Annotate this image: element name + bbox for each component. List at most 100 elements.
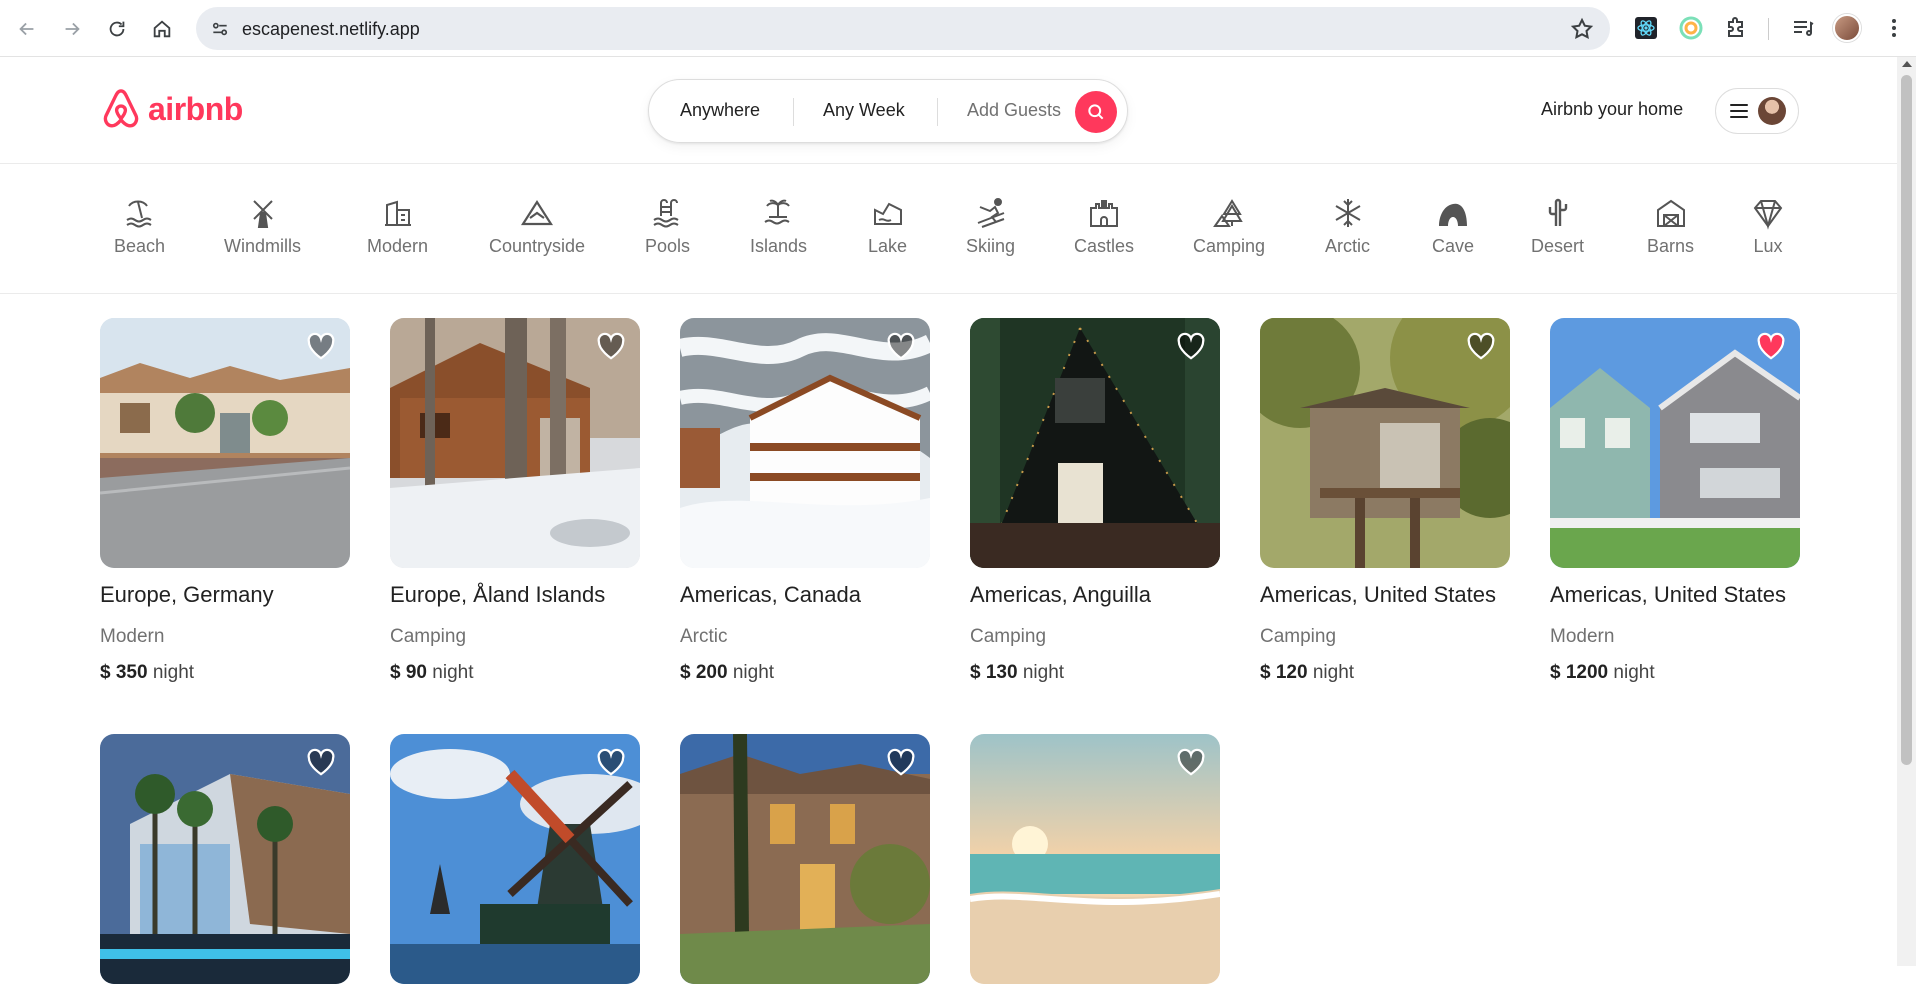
category-label: Pools (645, 236, 691, 256)
snowflake-icon (1334, 199, 1361, 227)
category-islands[interactable]: Islands (750, 196, 807, 257)
price-unit: night (1613, 662, 1655, 683)
category-label: Castles (1074, 236, 1135, 256)
airbnb-logo[interactable]: airbnb (100, 87, 243, 131)
diamond-icon (1753, 200, 1783, 230)
price-amount: 1200 (1565, 662, 1609, 683)
user-avatar (1758, 97, 1786, 125)
search-button[interactable] (1075, 91, 1117, 133)
address-bar[interactable]: escapenest.netlify.app (196, 7, 1610, 50)
favorite-heart-icon[interactable] (1176, 748, 1206, 776)
listing-photo[interactable] (100, 734, 350, 984)
extensions-puzzle-icon[interactable] (1722, 14, 1750, 42)
page-scrollbar[interactable] (1897, 57, 1916, 966)
category-bar: Beach Windmills Modern Countryside Pools… (0, 164, 1897, 294)
listing-photo[interactable] (1260, 318, 1510, 568)
listing-photo[interactable] (970, 318, 1220, 568)
user-menu-button[interactable] (1715, 88, 1799, 134)
site-settings-icon[interactable] (208, 17, 232, 41)
pool-icon (652, 199, 679, 228)
category-windmills[interactable]: Windmills (224, 196, 301, 257)
category-countryside[interactable]: Countryside (489, 196, 585, 257)
category-castles[interactable]: Castles (1074, 196, 1134, 257)
listing-card[interactable] (100, 734, 350, 984)
search-divider (937, 98, 938, 126)
reload-button[interactable] (102, 14, 132, 44)
site-header: airbnb Anywhere Any Week Add Guests Airb… (0, 57, 1897, 164)
listing-price: $ 90 night (390, 662, 640, 684)
favorite-heart-icon[interactable] (1176, 332, 1206, 360)
airbnb-your-home-link[interactable]: Airbnb your home (1541, 99, 1683, 120)
home-button[interactable] (147, 14, 177, 44)
browser-profile-avatar[interactable] (1833, 14, 1861, 42)
listing-card[interactable]: Americas, United States Camping $ 120 ni… (1260, 318, 1510, 684)
category-pools[interactable]: Pools (645, 196, 690, 257)
favorite-heart-icon[interactable] (306, 332, 336, 360)
hamburger-menu-icon (1730, 104, 1748, 118)
listing-photo[interactable] (390, 734, 640, 984)
favorite-heart-icon[interactable] (596, 332, 626, 360)
forward-button[interactable] (57, 14, 87, 44)
listing-card[interactable]: Europe, Åland Islands Camping $ 90 night (390, 318, 640, 684)
listing-photo[interactable] (680, 734, 930, 984)
colorful-extension-icon[interactable] (1677, 14, 1705, 42)
listing-category: Camping (970, 626, 1047, 647)
category-lux[interactable]: Lux (1751, 196, 1785, 257)
listing-photo[interactable] (100, 318, 350, 568)
search-icon (1088, 104, 1104, 120)
scrollbar-thumb[interactable] (1901, 75, 1912, 765)
scroll-up-arrow-icon[interactable] (1902, 61, 1912, 67)
category-arctic[interactable]: Arctic (1325, 196, 1370, 257)
favorite-heart-icon[interactable] (306, 748, 336, 776)
cave-icon (1439, 203, 1468, 226)
castle-icon (1090, 200, 1119, 227)
listing-photo[interactable] (970, 734, 1220, 984)
category-camping[interactable]: Camping (1193, 196, 1265, 257)
listing-photo[interactable] (680, 318, 930, 568)
price-currency: $ (680, 662, 691, 683)
listing-category: Arctic (680, 626, 728, 647)
search-where-field[interactable]: Anywhere (680, 100, 760, 121)
favorite-heart-icon[interactable] (596, 748, 626, 776)
listing-card[interactable] (390, 734, 640, 984)
listing-photo[interactable] (1550, 318, 1800, 568)
search-when-field[interactable]: Any Week (823, 100, 905, 121)
modern-building-icon (384, 200, 411, 226)
listing-card[interactable]: Americas, Anguilla Camping $ 130 night (970, 318, 1220, 684)
category-barns[interactable]: Barns (1647, 196, 1694, 257)
search-guests-field[interactable]: Add Guests (967, 100, 1061, 121)
react-devtools-extension-icon[interactable] (1632, 14, 1660, 42)
category-beach[interactable]: Beach (114, 196, 165, 257)
category-label: Modern (367, 236, 429, 256)
listing-card[interactable] (970, 734, 1220, 984)
listing-card[interactable]: Americas, United States Modern $ 1200 ni… (1550, 318, 1800, 684)
listing-card[interactable] (680, 734, 930, 984)
favorite-heart-icon[interactable] (886, 748, 916, 776)
reading-list-icon[interactable] (1789, 14, 1817, 42)
listing-card[interactable]: Europe, Germany Modern $ 350 night (100, 318, 350, 684)
category-modern[interactable]: Modern (367, 196, 428, 257)
arrow-left-icon (19, 22, 34, 36)
category-lake[interactable]: Lake (868, 196, 907, 257)
back-button[interactable] (12, 14, 42, 44)
category-cave[interactable]: Cave (1432, 196, 1474, 257)
listing-category: Modern (1550, 626, 1615, 647)
cactus-icon (1548, 198, 1567, 226)
price-amount: 350 (115, 662, 148, 683)
category-skiing[interactable]: Skiing (966, 196, 1015, 257)
browser-menu-kebab-icon[interactable] (1880, 14, 1908, 42)
listing-card[interactable]: Americas, Canada Arctic $ 200 night (680, 318, 930, 684)
favorite-heart-icon[interactable] (886, 332, 916, 360)
favorite-heart-icon[interactable] (1756, 332, 1786, 360)
listing-photo[interactable] (390, 318, 640, 568)
listing-category: Camping (1260, 626, 1337, 647)
home-icon (153, 20, 171, 38)
category-desert[interactable]: Desert (1531, 196, 1584, 257)
category-label: Cave (1432, 236, 1475, 256)
favorite-heart-icon[interactable] (1466, 332, 1496, 360)
listing-price: $ 1200 night (1550, 662, 1800, 684)
url-text: escapenest.netlify.app (242, 19, 420, 39)
listing-location: Americas, United States (1260, 582, 1496, 607)
bookmark-star-icon[interactable] (1570, 17, 1594, 41)
search-bar[interactable]: Anywhere Any Week Add Guests (648, 79, 1128, 143)
